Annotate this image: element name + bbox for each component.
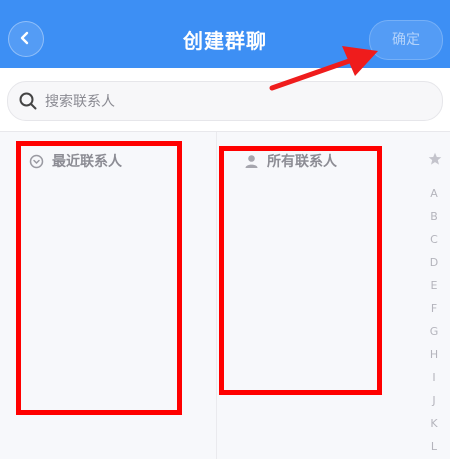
search-icon — [19, 92, 37, 110]
index-letter-a[interactable]: A — [418, 187, 450, 200]
index-letter-b[interactable]: B — [418, 210, 450, 223]
index-letter-e[interactable]: E — [418, 279, 450, 292]
index-letter-g[interactable]: G — [418, 325, 450, 338]
app-header: 创建群聊 确定 — [0, 0, 450, 68]
index-letter-i[interactable]: I — [418, 371, 450, 384]
index-letter-j[interactable]: J — [418, 394, 450, 407]
index-letter-k[interactable]: K — [418, 417, 450, 430]
search-placeholder: 搜索联系人 — [45, 94, 115, 110]
column-divider — [216, 132, 217, 459]
star-icon[interactable] — [428, 152, 442, 166]
search-input[interactable]: 搜索联系人 — [7, 81, 443, 121]
index-letter-c[interactable]: C — [418, 233, 450, 246]
annotation-box-all — [219, 146, 382, 395]
index-letter-h[interactable]: H — [418, 348, 450, 361]
index-letter-d[interactable]: D — [418, 256, 450, 269]
index-letter-f[interactable]: F — [418, 302, 450, 315]
confirm-button[interactable]: 确定 — [369, 20, 443, 60]
index-letter-l[interactable]: L — [418, 440, 450, 453]
annotation-box-recent — [16, 141, 182, 415]
